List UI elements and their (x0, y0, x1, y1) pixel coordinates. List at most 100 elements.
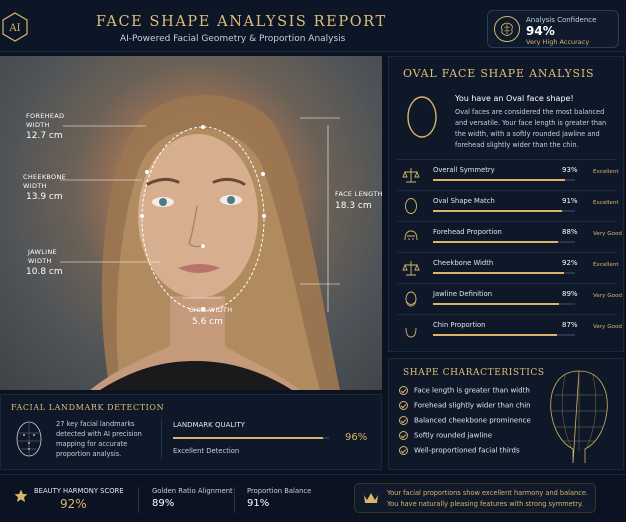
metric-chin-proportion: Chin Proportion 87% Very Good (397, 314, 622, 344)
metric-name: Oval Shape Match (433, 197, 495, 205)
metric-name: Chin Proportion (433, 321, 486, 329)
metric-rating: Very Good (593, 293, 622, 299)
harmony-score-label: BEAUTY HARMONY SCORE (34, 487, 124, 495)
metric-percent: 93% (562, 166, 578, 174)
metric-bar-fill (433, 210, 563, 212)
brain-icon (494, 16, 520, 42)
report-header: AI FACE SHAPE ANALYSIS REPORT AI-Powered… (0, 0, 626, 52)
golden-ratio-value: 89% (152, 498, 175, 509)
forehead-width-value: 12.7 cm (26, 131, 63, 141)
landmark-quality-percent: 96% (345, 432, 368, 443)
metric-rating: Very Good (593, 231, 622, 237)
metric-forehead-proportion: Forehead Proportion 88% Very Good (397, 221, 622, 251)
proportion-balance-label: Proportion Balance (247, 487, 312, 495)
chin-width-label: CHIN WIDTH (189, 306, 233, 314)
metric-bar (433, 303, 575, 305)
metric-rating: Excellent (593, 169, 619, 175)
face-mesh-icon (16, 421, 42, 457)
summary-box: Your facial proportions show excellent h… (354, 483, 596, 513)
wireframe-head-icon (550, 370, 608, 464)
metric-bar (433, 272, 575, 274)
ai-logo-icon: AI (2, 12, 28, 42)
chin-icon (405, 327, 417, 338)
metric-overall-symmetry: Overall Symmetry 93% Excellent (397, 159, 619, 189)
metric-bar (433, 334, 575, 336)
jawline-width-label: JAWLINE WIDTH (28, 248, 57, 265)
divider (161, 419, 162, 459)
shape-description: Oval faces are considered the most balan… (455, 108, 607, 149)
metric-percent: 87% (562, 321, 578, 329)
cheekbone-scale-icon (402, 261, 420, 276)
metric-bar (433, 241, 575, 243)
metric-name: Cheekbone Width (433, 259, 494, 267)
landmark-description: 27 key facial landmarks detected with AI… (56, 420, 142, 458)
metric-jawline-definition: Jawline Definition 89% Very Good (397, 283, 622, 313)
metric-rating: Very Good (593, 324, 622, 330)
metric-oval-shape-match: Oval Shape Match 91% Excellent (397, 190, 619, 220)
check-circle-icon (399, 386, 408, 395)
harmony-score-value: 92% (60, 497, 87, 511)
check-circle-icon (399, 416, 408, 425)
metric-bar (433, 210, 575, 212)
landmark-quality-bar (173, 437, 329, 439)
face-length-value: 18.3 cm (335, 201, 372, 211)
metric-bar-fill (433, 179, 566, 181)
check-circle-icon (399, 401, 408, 410)
metric-name: Forehead Proportion (433, 228, 502, 236)
metric-name: Overall Symmetry (433, 166, 495, 174)
metric-bar-fill (433, 334, 557, 336)
metric-name: Jawline Definition (433, 290, 493, 298)
check-circle-icon (399, 431, 408, 440)
logo-text: AI (8, 23, 20, 34)
balance-scale-icon (402, 168, 420, 183)
metric-bar (433, 179, 575, 181)
proportion-balance-value: 91% (247, 498, 270, 509)
summary-line-2: You have naturally pleasing features wit… (387, 500, 584, 508)
analysis-title: OVAL FACE SHAPE ANALYSIS (403, 67, 595, 80)
characteristics-title: SHAPE CHARACTERISTICS (403, 368, 545, 378)
metric-bar-fill (433, 241, 558, 243)
metric-bar-fill (433, 303, 560, 305)
forehead-icon (404, 230, 418, 241)
star-icon (14, 489, 28, 502)
check-circle-icon (399, 446, 408, 455)
characteristic-item: Well-proportioned facial thirds (399, 446, 520, 458)
page-subtitle: AI-Powered Facial Geometry & Proportion … (120, 34, 346, 44)
analysis-confidence-badge: Analysis Confidence 94% Very High Accura… (487, 10, 619, 48)
shape-characteristics-panel: SHAPE CHARACTERISTICS Face length is gre… (388, 358, 624, 470)
metric-bar-fill (433, 272, 564, 274)
face-illustration (60, 95, 340, 390)
oval-summary: You have an Oval face shape! Oval faces … (397, 87, 615, 207)
summary-line-1: Your facial proportions show excellent h… (387, 489, 588, 497)
page-title: FACE SHAPE ANALYSIS REPORT (96, 14, 387, 30)
oval-analysis-panel: OVAL FACE SHAPE ANALYSIS You have an Ova… (388, 56, 624, 352)
metric-percent: 89% (562, 290, 578, 298)
metric-rating: Excellent (593, 200, 619, 206)
crown-icon (364, 493, 378, 503)
golden-ratio-label: Golden Ratio Alignment (152, 487, 233, 495)
face-length-label: FACE LENGTH (335, 190, 382, 198)
metric-percent: 92% (562, 259, 578, 267)
characteristic-item: Face length is greater than width (399, 386, 530, 398)
oval-icon (405, 198, 417, 214)
metric-rating: Excellent (593, 262, 619, 268)
jawline-icon (405, 291, 417, 307)
divider (234, 487, 235, 513)
face-photo-panel: FOREHEAD WIDTH 12.7 cm CHEEKBONE WIDTH 13.… (0, 56, 382, 390)
chin-width-value: 5.6 cm (192, 317, 223, 327)
metric-cheekbone-width: Cheekbone Width 92% Excellent (397, 252, 619, 282)
forehead-width-label: FOREHEAD WIDTH (26, 112, 65, 129)
landmark-quality-bar-fill (173, 437, 323, 439)
cheekbone-width-value: 13.9 cm (26, 192, 63, 202)
score-footer: BEAUTY HARMONY SCORE 92% Golden Ratio Al… (0, 474, 626, 522)
characteristic-item: Softly rounded jawline (399, 431, 492, 443)
metric-percent: 91% (562, 197, 578, 205)
landmark-title: FACIAL LANDMARK DETECTION (11, 403, 165, 412)
characteristic-item: Balanced cheekbone prominence (399, 416, 531, 428)
divider (138, 487, 139, 513)
jawline-width-value: 10.8 cm (26, 267, 63, 277)
landmark-detection-panel: FACIAL LANDMARK DETECTION 27 key facial … (0, 394, 382, 470)
oval-face-icon (407, 96, 437, 138)
confidence-value: 94% (526, 24, 555, 38)
shape-headline: You have an Oval face shape! (455, 94, 574, 103)
